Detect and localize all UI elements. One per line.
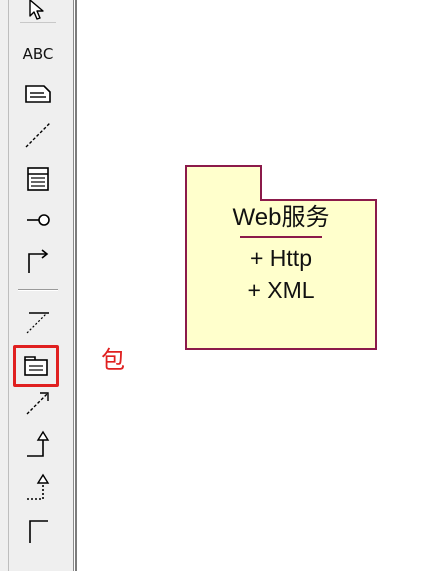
generalization-tool-button[interactable] [16, 427, 60, 461]
text-tool-button[interactable]: ABC [16, 37, 60, 71]
palette-separator [18, 289, 58, 291]
dashed-line-icon [25, 122, 51, 148]
class-tool-button[interactable] [16, 162, 60, 196]
line-tool-button[interactable] [16, 118, 60, 152]
package-tab[interactable] [185, 165, 262, 199]
package-tool-button[interactable] [13, 345, 59, 387]
palette-splitter[interactable] [75, 0, 77, 571]
bent-arrow-icon [28, 249, 49, 273]
note-tool-button[interactable] [16, 77, 60, 111]
package-name[interactable]: Web服务 [185, 203, 377, 233]
interface-tool-button[interactable] [16, 203, 60, 237]
class-icon [27, 167, 49, 191]
palette-border [73, 0, 74, 571]
generalization-arrow-icon [27, 430, 50, 457]
select-tool-button[interactable] [16, 0, 60, 26]
package-tab-join [187, 197, 260, 201]
package-icon [24, 356, 48, 376]
pointer-arrow-icon [29, 0, 44, 20]
annotation-label: 包 [101, 346, 125, 374]
corner-line-icon [29, 520, 48, 543]
note-icon [25, 85, 51, 103]
dashed-arrow-icon [26, 392, 49, 415]
dashed-generalization-arrow-icon [27, 473, 50, 500]
lollipop-interface-icon [27, 214, 50, 226]
text-tool-label: ABC [22, 45, 54, 63]
dependency-tool-button[interactable] [16, 386, 60, 420]
association-tool-button[interactable] [16, 244, 60, 278]
line-with-tick-icon [26, 312, 49, 334]
package-member[interactable]: + Http [185, 244, 377, 272]
package-name-underline [240, 236, 322, 238]
dependency-line-tool-button[interactable] [16, 304, 60, 338]
package-member[interactable]: + XML [185, 276, 377, 304]
anchor-tool-button[interactable] [16, 513, 60, 547]
realization-tool-button[interactable] [16, 470, 60, 504]
palette-border [8, 0, 9, 571]
